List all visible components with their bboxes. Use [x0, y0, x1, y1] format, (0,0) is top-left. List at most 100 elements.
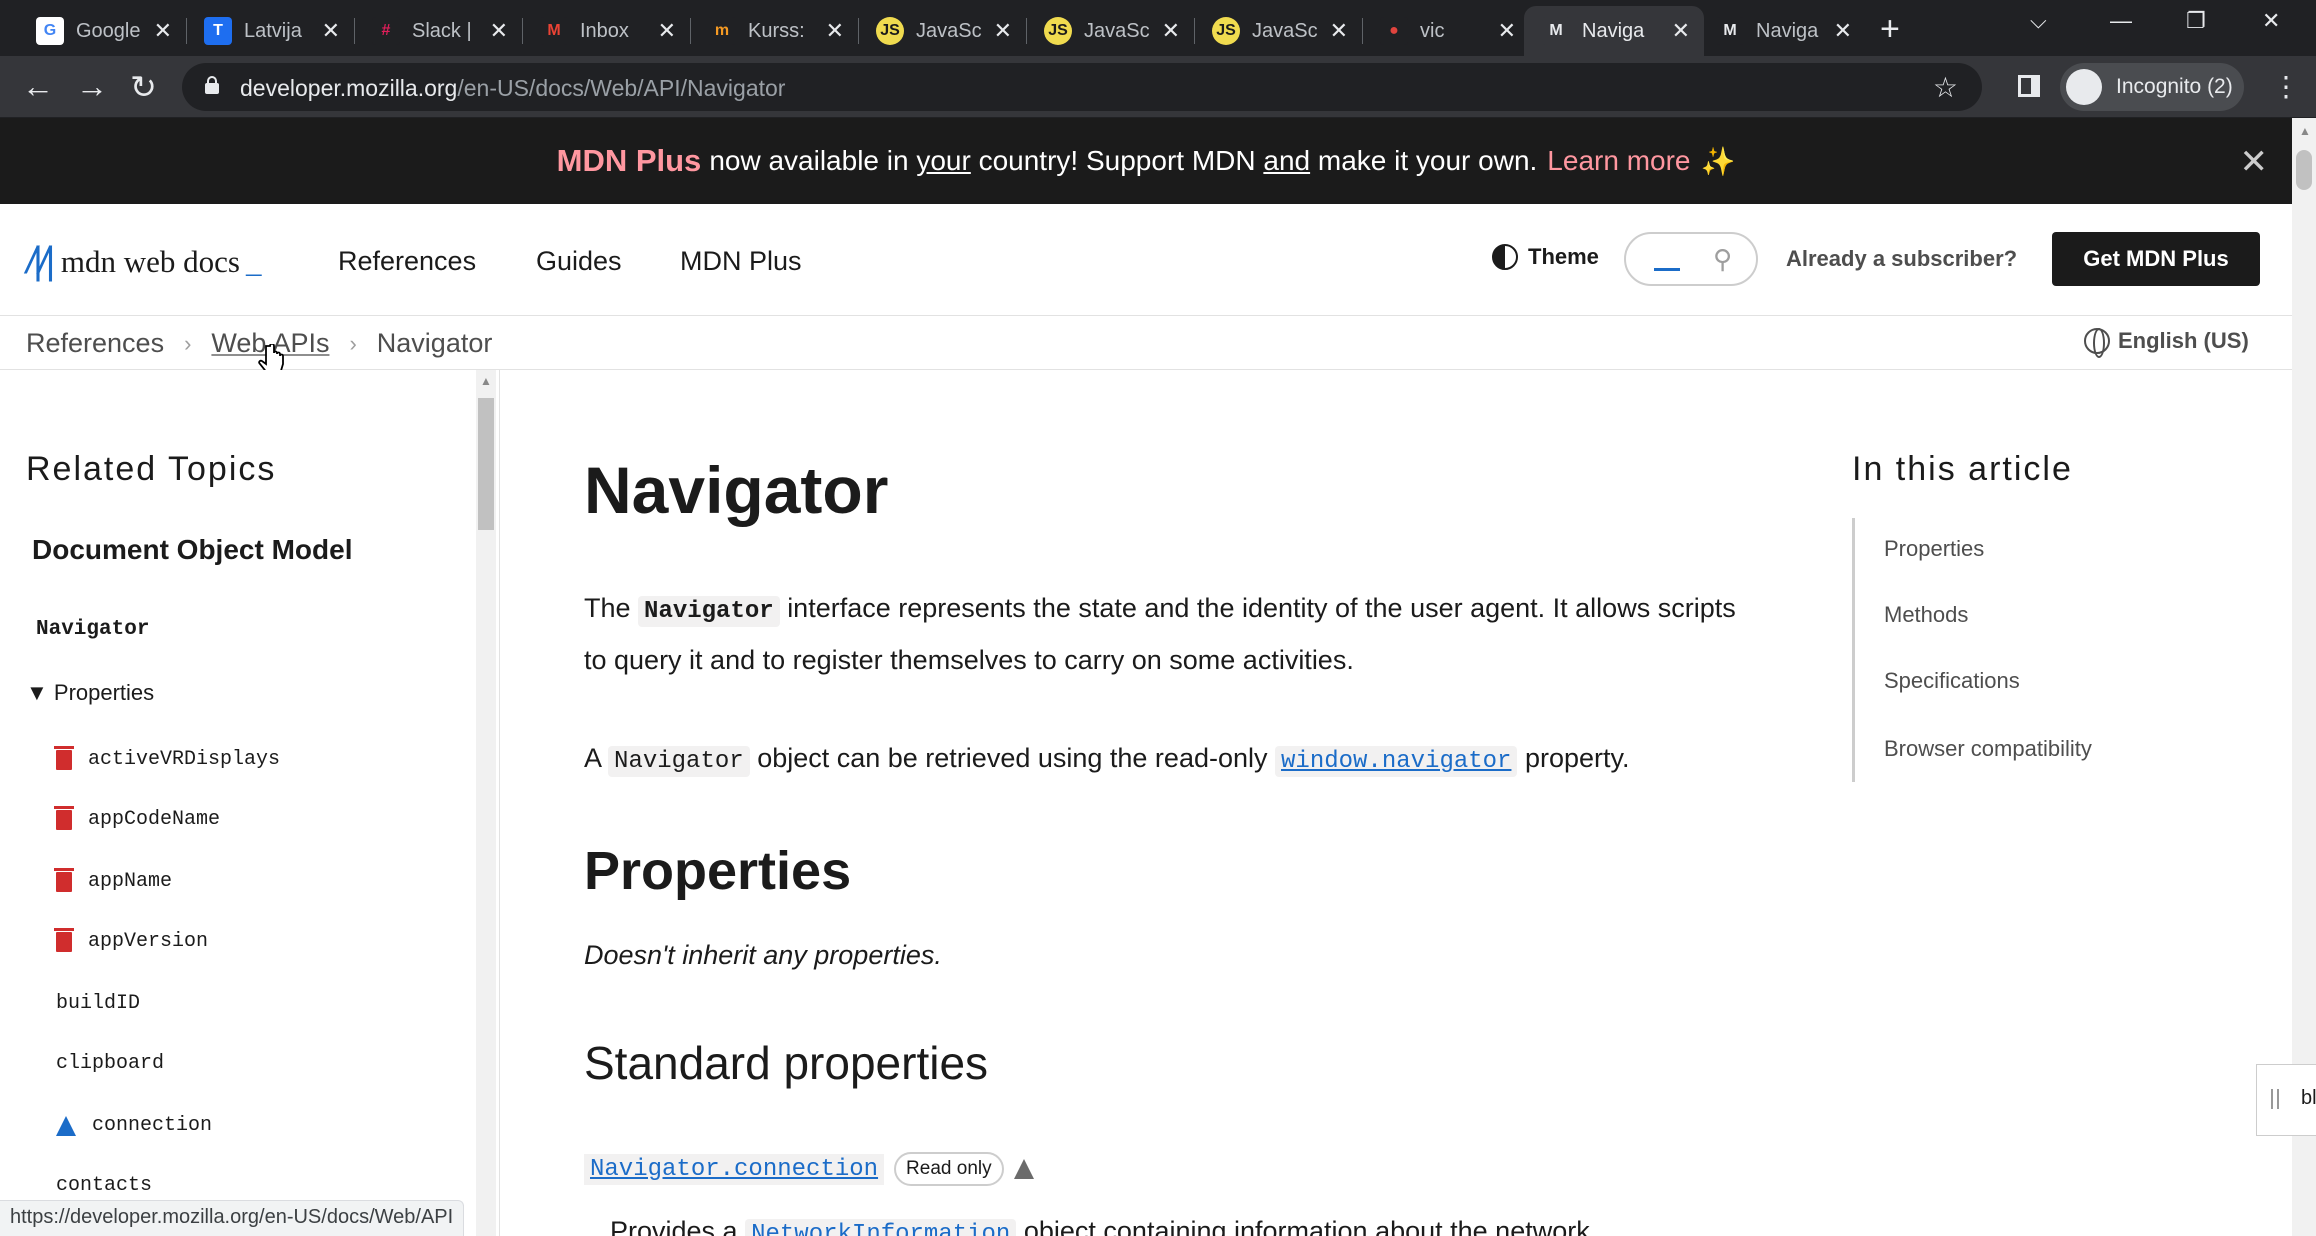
- tab-close-icon[interactable]: ✕: [826, 18, 844, 44]
- back-icon[interactable]: ←: [22, 68, 54, 105]
- nav-guides[interactable]: Guides: [536, 246, 622, 277]
- sidebar-scrollbar[interactable]: ▲: [476, 370, 496, 1236]
- browser-tab[interactable]: JS JavaSc ✕: [1026, 6, 1194, 56]
- tab-favicon-icon: G: [36, 17, 64, 45]
- tab-close-icon[interactable]: ✕: [154, 18, 172, 44]
- related-topics-heading: Related Topics: [26, 450, 277, 488]
- tab-title: Latvija: [244, 19, 302, 42]
- networkinformation-link[interactable]: NetworkInformation: [751, 1221, 1010, 1236]
- sidebar-item-clipboard[interactable]: clipboard: [56, 1052, 164, 1075]
- breadcrumb-navigator[interactable]: Navigator: [377, 328, 493, 359]
- browser-tab[interactable]: M Inbox ✕: [522, 6, 690, 56]
- search-input[interactable]: ⚲: [1624, 232, 1758, 286]
- sidebar-item-contacts[interactable]: contacts: [56, 1174, 152, 1197]
- sidebar-item-connection[interactable]: connection: [56, 1114, 212, 1137]
- breadcrumb-references[interactable]: References: [26, 328, 164, 359]
- toc-item-methods[interactable]: Methods: [1884, 602, 1968, 628]
- tab-title: Google: [76, 19, 141, 42]
- learn-more-link[interactable]: Learn more: [1547, 145, 1690, 177]
- side-panel-icon[interactable]: [2018, 75, 2040, 97]
- tab-close-icon[interactable]: ✕: [1834, 18, 1852, 44]
- bookmark-star-icon[interactable]: ☆: [1933, 71, 1958, 104]
- browser-tab[interactable]: T Latvija ✕: [186, 6, 354, 56]
- tab-close-icon[interactable]: ✕: [1330, 18, 1348, 44]
- window-navigator-link[interactable]: window.navigator: [1281, 748, 1511, 775]
- lock-icon: [205, 76, 219, 94]
- sidebar-item-buildid[interactable]: buildID: [56, 992, 140, 1015]
- minimize-button[interactable]: —: [2110, 8, 2132, 34]
- toc-item-properties[interactable]: Properties: [1884, 536, 1984, 562]
- navigator-connection-link[interactable]: Navigator.connection: [584, 1153, 885, 1185]
- sidebar-item-appcodename[interactable]: appCodeName: [54, 805, 220, 831]
- inline-code: Navigator: [608, 746, 750, 777]
- browser-tab[interactable]: JS JavaSc ✕: [1194, 6, 1362, 56]
- browser-toolbar: ← → ↻ developer.mozilla.org/en-US/docs/W…: [0, 56, 2316, 118]
- tab-strip: G Google ✕ T Latvija ✕ # Slack | ✕ M Inbox ✕ m Kurss:…: [0, 0, 2316, 56]
- language-label: English (US): [2118, 328, 2249, 353]
- tab-close-icon[interactable]: ✕: [658, 18, 676, 44]
- tab-favicon-icon: T: [204, 17, 232, 45]
- edge-widget[interactable]: bl: [2256, 1064, 2316, 1136]
- tab-favicon-icon: JS: [1044, 17, 1072, 45]
- new-tab-button[interactable]: +: [1880, 10, 1900, 49]
- intro-paragraph: The Navigator interface represents the s…: [584, 584, 1764, 685]
- read-only-badge: Read only: [894, 1152, 1004, 1186]
- get-mdn-plus-button[interactable]: Get MDN Plus: [2052, 232, 2260, 286]
- tab-title: JavaSc: [916, 19, 982, 42]
- restore-button[interactable]: ❐: [2186, 8, 2206, 34]
- sidebar-item-label: contacts: [56, 1174, 153, 1197]
- browser-tab[interactable]: ● vic ✕: [1362, 6, 1530, 56]
- chevron-right-icon: ›: [349, 330, 357, 356]
- nav-references[interactable]: References: [338, 246, 476, 277]
- browser-tab[interactable]: m Kurss: ✕: [690, 6, 858, 56]
- banner-text: make it your own.: [1317, 145, 1538, 176]
- forward-icon[interactable]: →: [76, 68, 108, 105]
- tab-close-icon[interactable]: ✕: [490, 18, 508, 44]
- experimental-flask-icon: [56, 1115, 76, 1136]
- sidebar-item-appname[interactable]: appName: [54, 867, 172, 893]
- browser-tab[interactable]: G Google ✕: [18, 6, 186, 56]
- browser-tab[interactable]: JS JavaSc ✕: [858, 6, 1026, 56]
- sidebar-dom-link[interactable]: Document Object Model: [32, 534, 352, 566]
- banner-text: and: [1263, 145, 1311, 176]
- tab-close-icon[interactable]: ✕: [1672, 18, 1690, 44]
- sidebar-properties-toggle[interactable]: ▼ Properties: [26, 680, 154, 706]
- tab-close-icon[interactable]: ✕: [1498, 18, 1516, 44]
- tab-search-icon[interactable]: ⌵: [2030, 8, 2047, 34]
- edge-widget-label: bl: [2301, 1087, 2316, 1109]
- theme-button[interactable]: Theme: [1492, 244, 1599, 270]
- browser-tab[interactable]: M Naviga ✕: [1524, 6, 1704, 56]
- toc-item-browser-compatibility[interactable]: Browser compatibility: [1884, 736, 2092, 762]
- menu-kebab-icon[interactable]: ⋮: [2272, 70, 2300, 103]
- mdn-logo[interactable]: /|/| mdn web docs _: [26, 240, 261, 283]
- sidebar-item-label: clipboard: [56, 1052, 165, 1075]
- mdn-logo-icon: /|/|: [26, 240, 55, 282]
- language-switcher[interactable]: English (US): [2084, 328, 2249, 358]
- nav-mdn-plus[interactable]: MDN Plus: [680, 246, 802, 277]
- sidebar-item-activevrdisplays[interactable]: activeVRDisplays: [54, 745, 280, 771]
- incognito-profile-button[interactable]: Incognito (2): [2060, 63, 2244, 111]
- banner-close-icon[interactable]: ✕: [2240, 142, 2269, 182]
- retrieve-paragraph: A Navigator object can be retrieved usin…: [584, 734, 1764, 786]
- sidebar: ▲ Related Topics Document Object Model N…: [0, 370, 500, 1236]
- tab-favicon-icon: m: [708, 17, 736, 45]
- sidebar-item-label: connection: [92, 1114, 213, 1137]
- tab-close-icon[interactable]: ✕: [994, 18, 1012, 44]
- sidebar-item-appversion[interactable]: appVersion: [54, 927, 208, 953]
- tab-close-icon[interactable]: ✕: [1162, 18, 1180, 44]
- address-bar[interactable]: developer.mozilla.org/en-US/docs/Web/API…: [182, 63, 1982, 111]
- login-link[interactable]: Already a subscriber?: [1786, 246, 2017, 272]
- toc-item-specifications[interactable]: Specifications: [1884, 668, 2020, 694]
- deprecated-trash-icon: [54, 927, 74, 952]
- logo-text: mdn web docs: [60, 243, 240, 279]
- page-title: Navigator: [584, 453, 889, 527]
- reload-icon[interactable]: ↻: [130, 68, 157, 106]
- tab-title: Naviga: [1582, 19, 1645, 42]
- browser-tab[interactable]: M Naviga ✕: [1698, 6, 1866, 56]
- window-close-button[interactable]: ✕: [2262, 8, 2280, 34]
- browser-tab[interactable]: # Slack | ✕: [354, 6, 522, 56]
- toc-heading: In this article: [1852, 450, 2073, 488]
- globe-icon: [2084, 328, 2110, 358]
- sidebar-navigator-link[interactable]: Navigator: [36, 618, 149, 641]
- tab-close-icon[interactable]: ✕: [322, 18, 340, 44]
